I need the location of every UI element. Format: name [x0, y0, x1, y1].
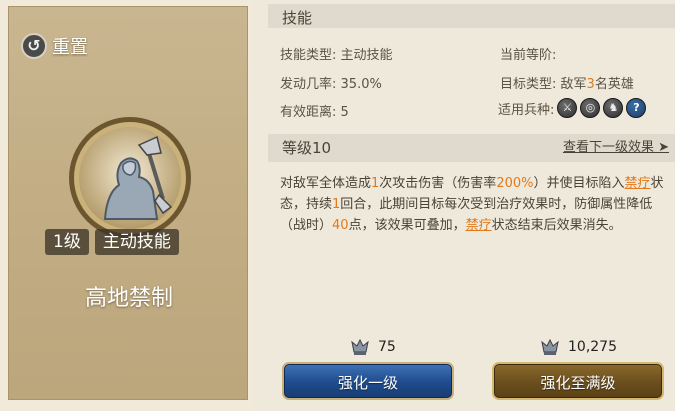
reset-button[interactable]: ↺ 重置	[21, 33, 88, 59]
level-tag: 1级	[45, 229, 89, 255]
reset-label: 重置	[52, 37, 88, 58]
horse-icon[interactable]: ♞	[603, 98, 624, 118]
upgrade-one-cost: 75	[350, 338, 396, 356]
next-level-effect-link[interactable]: 查看下一级效果 ➤	[563, 134, 669, 162]
range-row: 有效距离: 5	[280, 101, 349, 120]
current-level-label: 当前等阶:	[500, 48, 557, 63]
medal-icon	[541, 338, 559, 355]
target-type-label: 目标类型:	[500, 77, 557, 92]
skill-type-row: 技能类型: 主动技能	[280, 44, 393, 63]
troop-types-row: 适用兵种: ⚔ ◎ ♞ ?	[498, 98, 647, 118]
upgrade-max-cost: 10,275	[540, 338, 617, 356]
question-icon[interactable]: ?	[626, 98, 647, 118]
trigger-rate-value: 35.0%	[340, 77, 382, 92]
upgrade-max-cost-value: 10,275	[568, 339, 617, 355]
skill-tags: 1级 主动技能	[45, 229, 179, 255]
reset-icon: ↺	[21, 33, 47, 59]
heal-ban-keyword[interactable]: 禁疗	[625, 176, 651, 191]
trigger-rate-row: 发动几率: 35.0%	[280, 73, 382, 92]
target-count: 3	[586, 77, 595, 92]
target-type-row: 目标类型: 敌军3名英雄	[500, 73, 634, 92]
skill-description: 对敌军全体造成1次攻击伤害（伤害率200%）并使目标陷入禁疗状态，持续1回合，此…	[280, 176, 664, 233]
medal-icon	[351, 338, 369, 355]
sword-icon[interactable]: ⚔	[557, 98, 578, 118]
skill-name: 高地禁制	[84, 286, 173, 311]
upgrade-one-cost-value: 75	[378, 339, 396, 355]
range-label: 有效距离:	[280, 105, 337, 120]
troop-types-label: 适用兵种:	[498, 102, 555, 118]
skill-type-tag: 主动技能	[94, 229, 179, 255]
skill-emblem-icon	[69, 117, 191, 239]
upgrade-one-level-button[interactable]: 强化一级	[282, 362, 454, 400]
upgrade-to-max-button[interactable]: 强化至满级	[492, 362, 664, 400]
level-header: 等级10 查看下一级效果 ➤	[268, 134, 675, 162]
target-prefix: 敌军	[560, 77, 587, 92]
heal-ban-keyword[interactable]: 禁疗	[466, 218, 492, 233]
skill-portrait-panel: ↺ 重置 1级 主动技能 高地禁制	[0, 0, 253, 411]
level-title: 等级10	[282, 139, 332, 157]
current-level-row: 当前等阶:	[500, 44, 556, 63]
target-suffix: 名英雄	[594, 77, 634, 92]
bow-target-icon[interactable]: ◎	[580, 98, 601, 118]
skill-type-label: 技能类型:	[280, 48, 337, 63]
skill-type-value: 主动技能	[340, 48, 393, 63]
skill-card: ↺ 重置 1级 主动技能 高地禁制	[8, 6, 248, 400]
trigger-rate-label: 发动几率:	[280, 77, 337, 92]
skill-detail-panel: 技能 技能类型: 主动技能 当前等阶: 发动几率: 35.0% 目标类型: 敌军…	[268, 0, 675, 411]
range-value: 5	[340, 105, 349, 120]
